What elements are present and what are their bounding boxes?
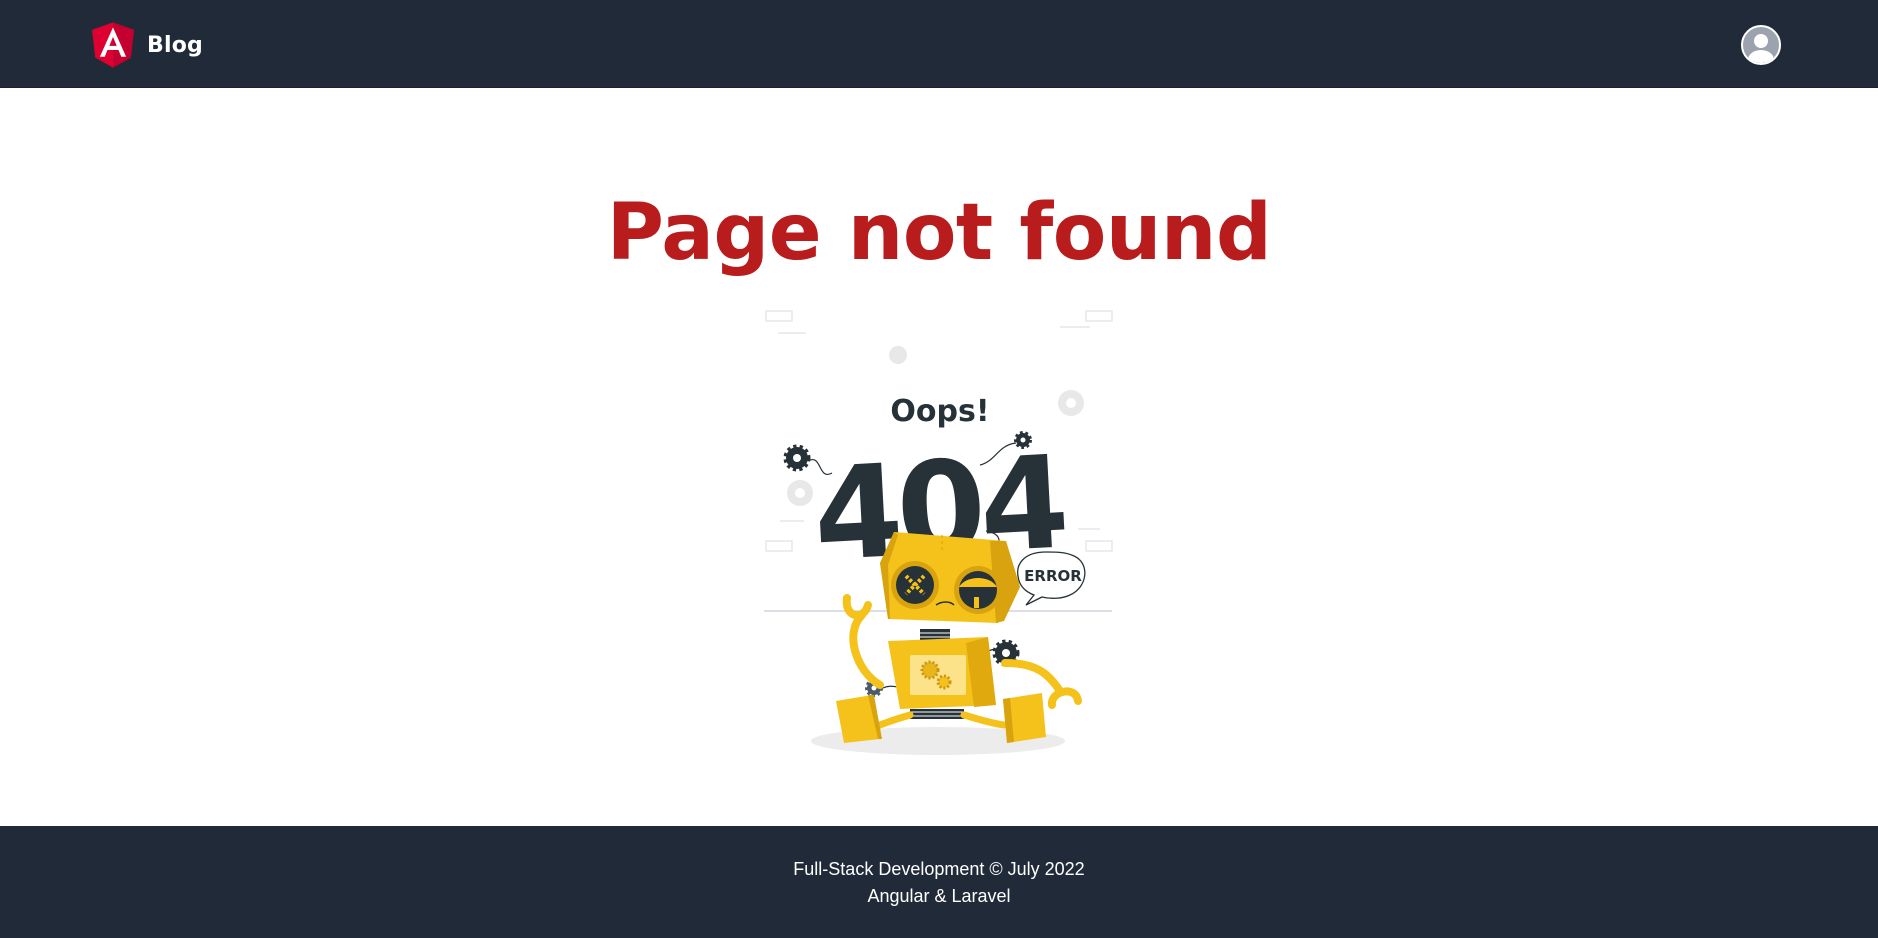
- error-label: ERROR: [1024, 567, 1082, 585]
- main-content: Page not found Oops! 404 ERROR: [0, 88, 1878, 826]
- robot-404-illustration: Oops! 404 ERROR: [764, 310, 1113, 755]
- user-avatar-button[interactable]: [1741, 25, 1781, 65]
- angular-logo-icon: [92, 22, 134, 68]
- footer-tech-stack: Angular & Laravel: [867, 886, 1011, 906]
- footer: Full-Stack Development © July 2022 Angul…: [0, 826, 1878, 938]
- page-title: Page not found: [606, 188, 1272, 278]
- user-avatar-icon: [1741, 25, 1781, 65]
- not-found-illustration: Oops! 404 ERROR: [760, 303, 1116, 763]
- oops-text: Oops!: [890, 394, 989, 429]
- brand-link[interactable]: Blog: [92, 22, 203, 68]
- error-speech-bubble: ERROR: [1017, 551, 1086, 606]
- brand-label: Blog: [147, 32, 203, 58]
- navbar: Blog: [0, 0, 1878, 88]
- footer-copyright: Full-Stack Development © July 2022: [793, 859, 1085, 879]
